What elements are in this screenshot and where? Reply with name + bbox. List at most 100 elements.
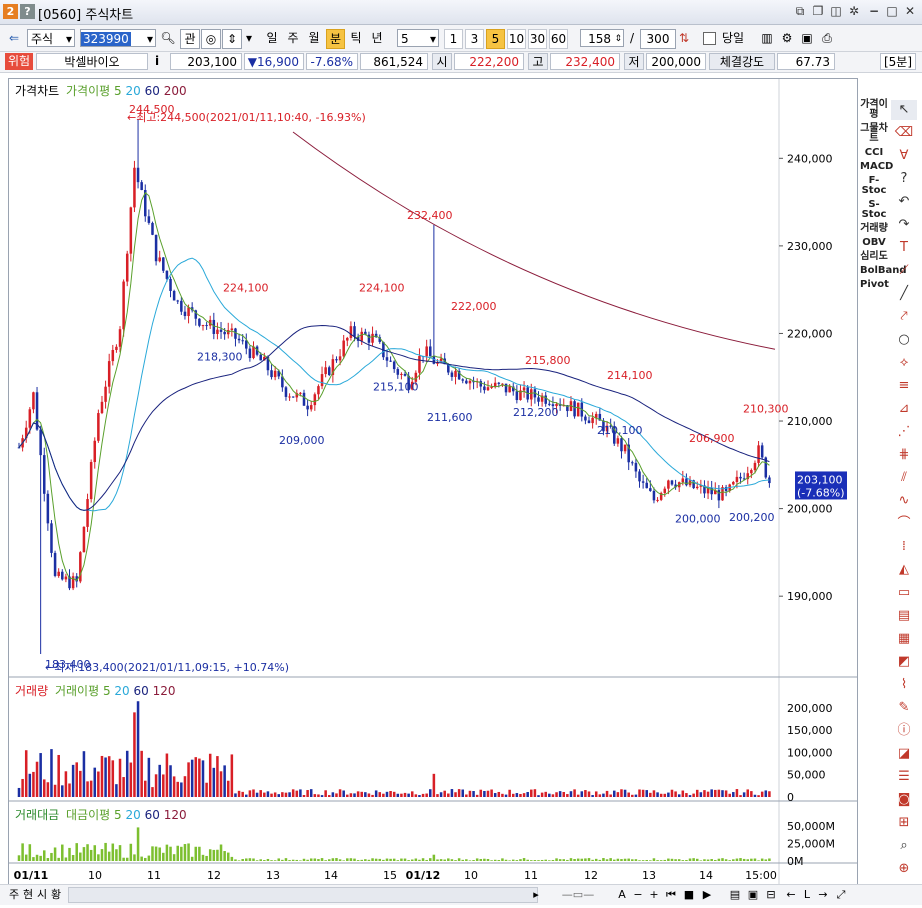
interval-10[interactable]: 10 (507, 29, 526, 49)
ray-icon[interactable]: ⤤ (891, 307, 917, 327)
indicator-0[interactable]: 가격이평 (860, 100, 888, 120)
scrollbar-track[interactable] (68, 887, 538, 903)
dropdown-icon[interactable]: ▾ (244, 29, 254, 47)
play-icon[interactable]: ▶ (700, 887, 714, 903)
period-month[interactable]: 월 (305, 29, 323, 47)
interval-60[interactable]: 60 (549, 29, 568, 49)
minimize-button[interactable]: − (866, 3, 882, 19)
all-icon[interactable]: ∀ (891, 146, 917, 166)
camera-icon[interactable]: ◫ (828, 3, 844, 19)
indicator-3[interactable]: MACD (860, 162, 893, 172)
sync-icon[interactable]: ◎ (201, 29, 221, 49)
today-checkbox[interactable] (702, 29, 716, 47)
arrow-right-icon[interactable]: → (816, 887, 830, 903)
count-stepper[interactable]: 158 ⇕ (580, 29, 624, 47)
list-icon[interactable]: ☰ (891, 767, 917, 787)
stepper-icon[interactable]: ⇕ (222, 29, 242, 49)
indicator-8[interactable]: 심리도 (860, 252, 888, 262)
settings-icon[interactable]: ✲ (846, 3, 862, 19)
stats-icon[interactable]: ▦ (891, 629, 917, 649)
interval-1[interactable]: 1 (444, 29, 463, 49)
tab-current[interactable]: 현 (22, 887, 34, 903)
interval-3[interactable]: 3 (465, 29, 484, 49)
indicator-10[interactable]: Pivot (860, 280, 889, 290)
text-icon[interactable]: T (891, 238, 917, 258)
tab-time[interactable]: 시 (36, 887, 48, 903)
interval-5[interactable]: 5 (486, 29, 505, 49)
question-icon[interactable]: ? (891, 169, 917, 189)
line-icon[interactable]: ╱ (891, 284, 917, 304)
info-icon[interactable]: i (150, 53, 164, 70)
zoom-out-icon[interactable]: − (632, 887, 644, 903)
cycle-icon[interactable]: ⁞ (891, 537, 917, 557)
interval-30[interactable]: 30 (528, 29, 547, 49)
period-year[interactable]: 년 (368, 29, 386, 47)
auto-icon[interactable]: ◭ (891, 560, 917, 580)
hi-lo-icon[interactable]: ◩ (891, 652, 917, 672)
scroll-right-icon[interactable]: ▸ (530, 887, 542, 903)
zoom-in-icon[interactable]: + (648, 887, 660, 903)
save-icon[interactable]: ▣ (798, 29, 816, 47)
arc-icon[interactable]: ⌒ (891, 514, 917, 534)
indicator-1[interactable]: 그물차트 (860, 124, 888, 144)
eraser-icon[interactable]: ⌫ (891, 123, 917, 143)
box-icon[interactable]: ▭ (891, 583, 917, 603)
layout-icon[interactable]: ▤ (728, 887, 742, 903)
redo-icon[interactable]: ↷ (891, 215, 917, 235)
apply-icon[interactable]: ⇅ (676, 29, 692, 47)
font-size-label[interactable]: A (616, 887, 628, 903)
total-input[interactable]: 300 (640, 29, 676, 49)
chart-type-icon[interactable]: ▥ (758, 29, 776, 47)
wave-icon[interactable]: ∿ (891, 491, 917, 511)
close-button[interactable]: ✕ (902, 3, 918, 19)
price-icon[interactable]: ✎ (891, 698, 917, 718)
export-icon[interactable]: ⊞ (891, 813, 917, 833)
indicator-7[interactable]: OBV (860, 238, 888, 248)
channel-icon[interactable]: ≡ (891, 376, 917, 396)
period-week[interactable]: 주 (284, 29, 302, 47)
undo-icon[interactable]: ↶ (891, 192, 917, 212)
tab-main[interactable]: 주 (8, 887, 20, 903)
gann-icon[interactable]: ⫽ (891, 468, 917, 488)
search-icon[interactable]: 🔍︎ (159, 29, 177, 47)
indicator-5[interactable]: S-Stoc (860, 200, 888, 220)
period-minute[interactable]: 분 (326, 29, 345, 49)
chart-area[interactable]: 240,000 230,000 220,000 210,000 200,000 190,0… (8, 78, 858, 886)
trend-icon[interactable]: ⟡ (891, 353, 917, 373)
info-icon[interactable]: ⓘ (891, 721, 917, 741)
link-icon[interactable]: ⧉ (792, 3, 808, 19)
ruler-icon[interactable]: ⟋ (891, 261, 917, 281)
interval-select[interactable]: 5 ▾ (397, 29, 439, 47)
chart-svg[interactable]: 240,000 230,000 220,000 210,000 200,000 190,0… (9, 79, 857, 885)
gear-icon[interactable]: ⚙ (778, 29, 796, 47)
indicator-9[interactable]: BolBand (860, 266, 907, 276)
pattern-icon[interactable]: ⌇ (891, 675, 917, 695)
zoom-slider[interactable]: —▭— (548, 887, 608, 903)
tab-status[interactable]: 황 (50, 887, 62, 903)
period-day[interactable]: 일 (263, 29, 281, 47)
fib-icon[interactable]: ⊿ (891, 399, 917, 419)
indicator-2[interactable]: CCI (860, 148, 888, 158)
marker-icon[interactable]: ◪ (891, 744, 917, 764)
print-icon[interactable]: ⎙ (818, 29, 836, 47)
zoom-icon[interactable]: ⌕ (891, 836, 917, 856)
target-icon[interactable]: ⊕ (891, 859, 917, 879)
fan-icon[interactable]: ⋰ (891, 422, 917, 442)
grid-icon[interactable]: ⋕ (891, 445, 917, 465)
lock-icon[interactable]: L (800, 887, 814, 903)
split-icon[interactable]: ⊟ (764, 887, 778, 903)
indicator-6[interactable]: 거래량 (860, 224, 888, 234)
cursor-icon[interactable]: ↖ (891, 100, 917, 120)
period-tick[interactable]: 틱 (347, 29, 365, 47)
copy-icon[interactable]: ❐ (810, 3, 826, 19)
arrow-left-icon[interactable]: ⇐ (4, 29, 24, 47)
indicator-4[interactable]: F-Stoc (860, 176, 888, 196)
alarm-icon[interactable]: ◙ (891, 790, 917, 810)
help-icon[interactable]: ? (20, 4, 35, 19)
related-button[interactable]: 관 (180, 29, 200, 49)
save-icon[interactable]: ▣ (746, 887, 760, 903)
stop-icon[interactable]: ■ (682, 887, 696, 903)
stock-code-input[interactable]: 323990 ▾ (80, 29, 156, 47)
market-select[interactable]: 주식 ▾ (27, 29, 75, 47)
arrow-left-icon[interactable]: ← (784, 887, 798, 903)
